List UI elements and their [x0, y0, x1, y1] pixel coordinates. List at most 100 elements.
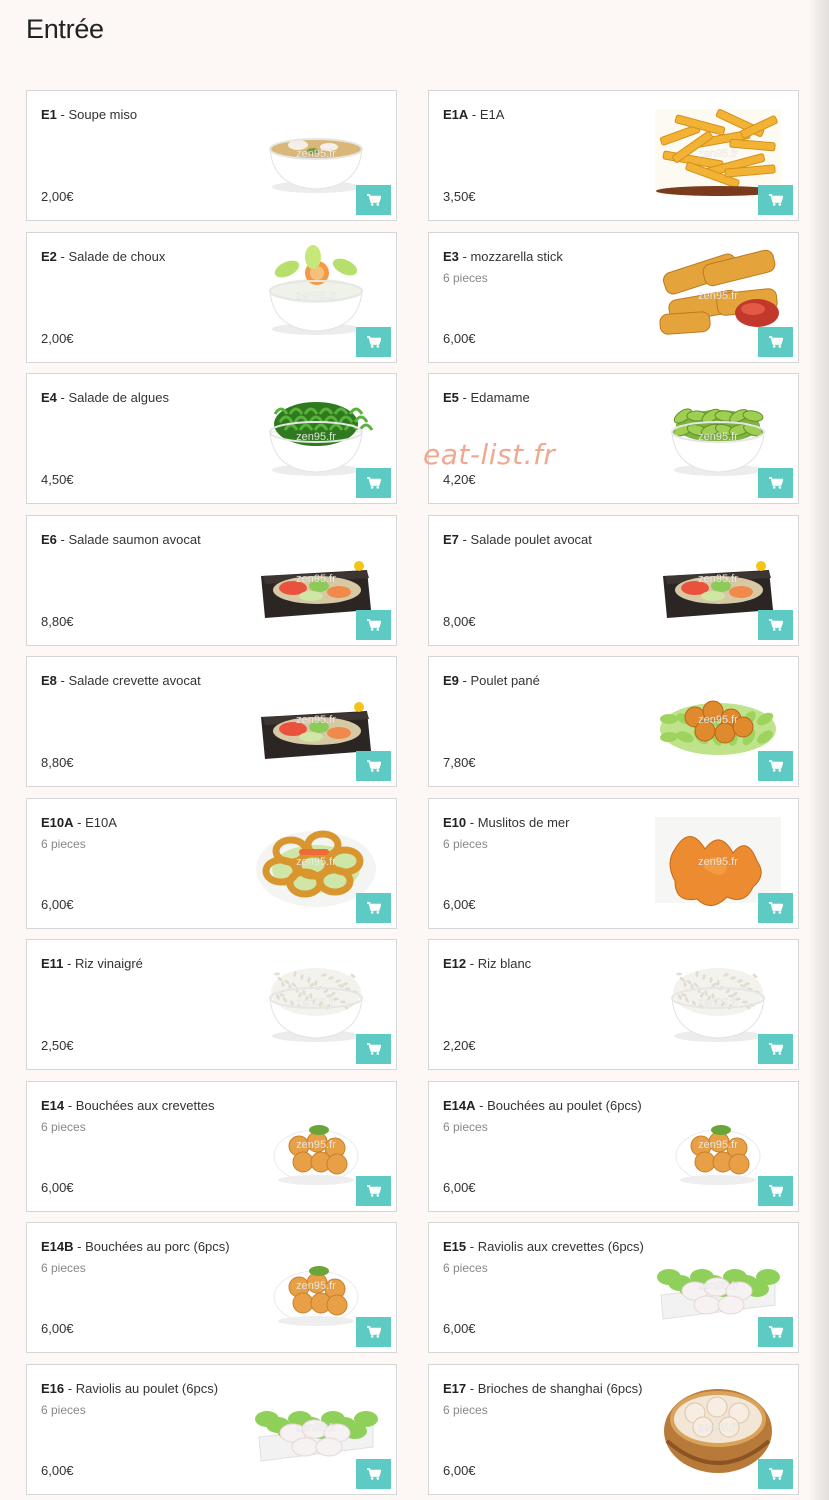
product-card[interactable]: E10 - Muslitos de mer 6 pieces 6,00€ zen…: [428, 797, 799, 929]
add-to-cart-button[interactable]: [758, 892, 793, 923]
add-to-cart-button[interactable]: [758, 326, 793, 357]
add-to-cart-button[interactable]: [758, 1034, 793, 1064]
add-to-cart-button[interactable]: [356, 1175, 391, 1206]
product-name: Salade crevette avocat: [68, 673, 201, 688]
image-watermark: zen95.fr: [296, 148, 336, 160]
add-to-cart-button[interactable]: [758, 751, 793, 781]
add-to-cart-button[interactable]: [356, 1034, 391, 1064]
product-price: 6,00€: [41, 1321, 74, 1336]
product-card[interactable]: E5 - Edamame 4,20€ zen95.fr: [428, 373, 799, 504]
product-code: E7: [443, 531, 459, 547]
cart-icon: [768, 1467, 783, 1480]
product-card[interactable]: E7 - Salade poulet avocat 8,00€ zen95.fr: [428, 514, 799, 646]
add-to-cart-button[interactable]: [356, 751, 391, 781]
product-card[interactable]: E14B - Bouchées au porc (6pcs) 6 pieces …: [26, 1222, 397, 1353]
product-card[interactable]: E3 - mozzarella stick 6 pieces 6,00€ zen…: [428, 231, 799, 363]
product-card[interactable]: E9 - Poulet pané 7,80€ zen95.fr: [428, 656, 799, 787]
product-name: Raviolis au poulet (6pcs): [75, 1380, 219, 1396]
product-card[interactable]: E1 - Soupe miso 2,00€ zen95.fr: [26, 90, 397, 221]
product-name: Salade poulet avocat: [470, 531, 592, 547]
product-title: E14 - Bouchées aux crevettes: [41, 1098, 261, 1113]
title-separator: -: [56, 107, 69, 122]
add-to-cart-button[interactable]: [758, 1175, 793, 1206]
cart-icon: [366, 477, 381, 489]
image-watermark: zen95.fr: [296, 431, 336, 443]
product-card[interactable]: E6 - Salade saumon avocat 8,80€ zen95.fr: [26, 514, 397, 646]
product-code: E16: [41, 1380, 65, 1396]
cart-icon: [366, 1467, 381, 1480]
product-card[interactable]: E17 - Brioches de shanghai (6pcs) 6 piec…: [428, 1363, 799, 1495]
product-card[interactable]: E2 - Salade de choux 2,00€ zen95.fr: [26, 231, 397, 363]
cart-icon: [366, 194, 381, 206]
product-card[interactable]: E12 - Riz blanc 2,20€ zen95.fr: [428, 939, 799, 1070]
product-title: E11 - Riz vinaigré: [41, 956, 261, 971]
product-price: 8,80€: [41, 755, 74, 770]
product-price: 6,00€: [41, 1462, 74, 1478]
title-separator: -: [468, 107, 480, 122]
add-to-cart-button[interactable]: [356, 1317, 391, 1347]
product-description: 6 pieces: [443, 1402, 488, 1417]
add-to-cart-button[interactable]: [356, 185, 391, 215]
product-title: E10A - E10A: [41, 815, 261, 830]
product-grid: E1 - Soupe miso 2,00€ zen95.fr E1A - E1A…: [26, 90, 799, 1495]
product-title: E14A - Bouchées au poulet (6pcs): [443, 1098, 663, 1113]
image-watermark: zen95.fr: [698, 1139, 738, 1151]
title-separator: -: [458, 390, 471, 405]
cart-icon: [768, 760, 783, 772]
product-description: 6 pieces: [443, 836, 488, 851]
add-to-cart-button[interactable]: [356, 609, 391, 640]
product-description: 6 pieces: [443, 1261, 488, 1275]
image-watermark: zen95.fr: [698, 1280, 738, 1292]
add-to-cart-button[interactable]: [356, 892, 391, 923]
product-code: E3: [443, 248, 459, 264]
product-card[interactable]: E14 - Bouchées aux crevettes 6 pieces 6,…: [26, 1080, 397, 1212]
page-title: Entrée: [26, 14, 104, 44]
product-card[interactable]: E8 - Salade crevette avocat 8,80€ zen95.…: [26, 656, 397, 787]
product-code: E14: [41, 1097, 65, 1113]
product-card[interactable]: E1A - E1A 3,50€ zen95.fr: [428, 90, 799, 221]
add-to-cart-button[interactable]: [758, 1458, 793, 1489]
product-name: Riz blanc: [477, 956, 532, 971]
product-title: E6 - Salade saumon avocat: [41, 532, 261, 547]
title-separator: -: [64, 1380, 76, 1396]
product-name: Riz vinaigré: [74, 956, 143, 971]
title-separator: -: [56, 248, 69, 264]
product-card[interactable]: E14A - Bouchées au poulet (6pcs) 6 piece…: [428, 1080, 799, 1212]
product-card[interactable]: E15 - Raviolis aux crevettes (6pcs) 6 pi…: [428, 1222, 799, 1353]
product-name: Bouchées au porc (6pcs): [85, 1239, 230, 1254]
add-to-cart-button[interactable]: [356, 326, 391, 357]
product-card[interactable]: E16 - Raviolis au poulet (6pcs) 6 pieces…: [26, 1363, 397, 1495]
add-to-cart-button[interactable]: [758, 468, 793, 498]
product-card[interactable]: E11 - Riz vinaigré 2,50€ zen95.fr: [26, 939, 397, 1070]
cart-icon: [768, 618, 783, 631]
product-price: 6,00€: [443, 896, 476, 912]
product-price: 6,00€: [41, 1179, 74, 1195]
add-to-cart-button[interactable]: [758, 1317, 793, 1347]
image-watermark: zen95.fr: [296, 856, 336, 868]
product-description: 6 pieces: [41, 836, 86, 851]
product-price: 6,00€: [443, 1321, 476, 1336]
product-title: E1 - Soupe miso: [41, 107, 261, 122]
add-to-cart-button[interactable]: [356, 1458, 391, 1489]
product-description: 6 pieces: [41, 1261, 86, 1275]
product-price: 2,00€: [41, 330, 74, 346]
title-separator: -: [458, 248, 471, 264]
title-separator: -: [63, 956, 75, 971]
title-separator: -: [466, 956, 478, 971]
product-card[interactable]: E10A - E10A 6 pieces 6,00€ zen95.fr: [26, 797, 397, 929]
add-to-cart-button[interactable]: [758, 609, 793, 640]
add-to-cart-button[interactable]: [356, 468, 391, 498]
product-code: E10A: [41, 814, 74, 830]
image-watermark: zen95.fr: [296, 1422, 336, 1434]
product-card[interactable]: E4 - Salade de algues 4,50€ zen95.fr: [26, 373, 397, 504]
title-separator: -: [466, 1239, 478, 1254]
product-title: E9 - Poulet pané: [443, 673, 663, 688]
title-separator: -: [466, 1380, 478, 1396]
product-name: E1A: [479, 107, 505, 122]
add-to-cart-button[interactable]: [758, 185, 793, 215]
product-code: E14A: [443, 1097, 476, 1113]
image-watermark: zen95.fr: [698, 290, 738, 302]
product-code: E10: [443, 814, 467, 830]
product-name: Salade de algues: [68, 390, 169, 405]
product-name: Salade saumon avocat: [68, 531, 201, 547]
